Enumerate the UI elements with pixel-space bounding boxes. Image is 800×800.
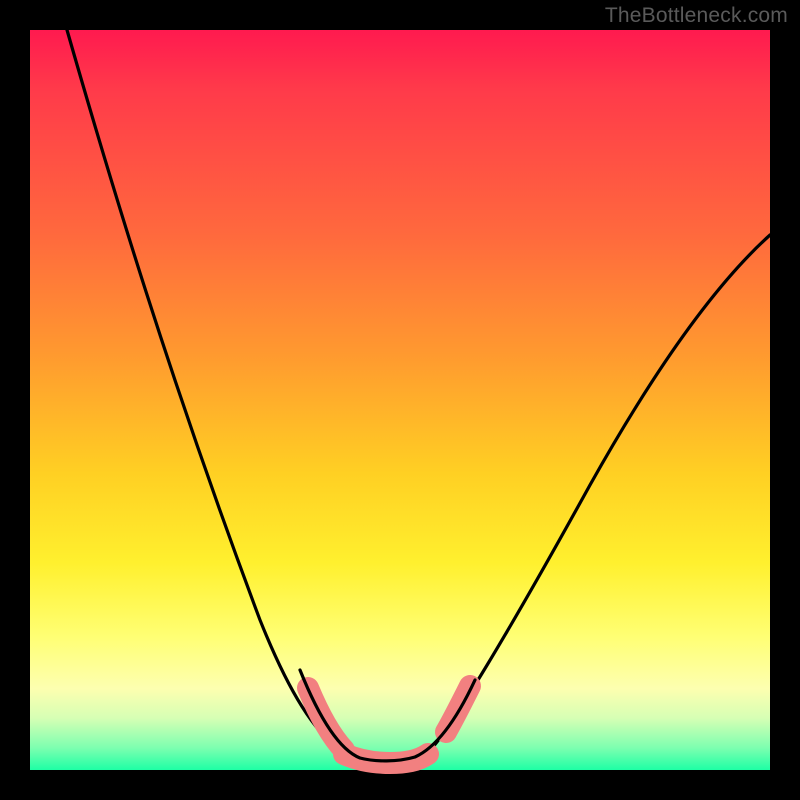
bottleneck-curve [67,30,770,761]
chart-frame: TheBottleneck.com [0,0,800,800]
curve-layer [30,30,770,770]
watermark-text: TheBottleneck.com [605,4,788,28]
plot-area [30,30,770,770]
